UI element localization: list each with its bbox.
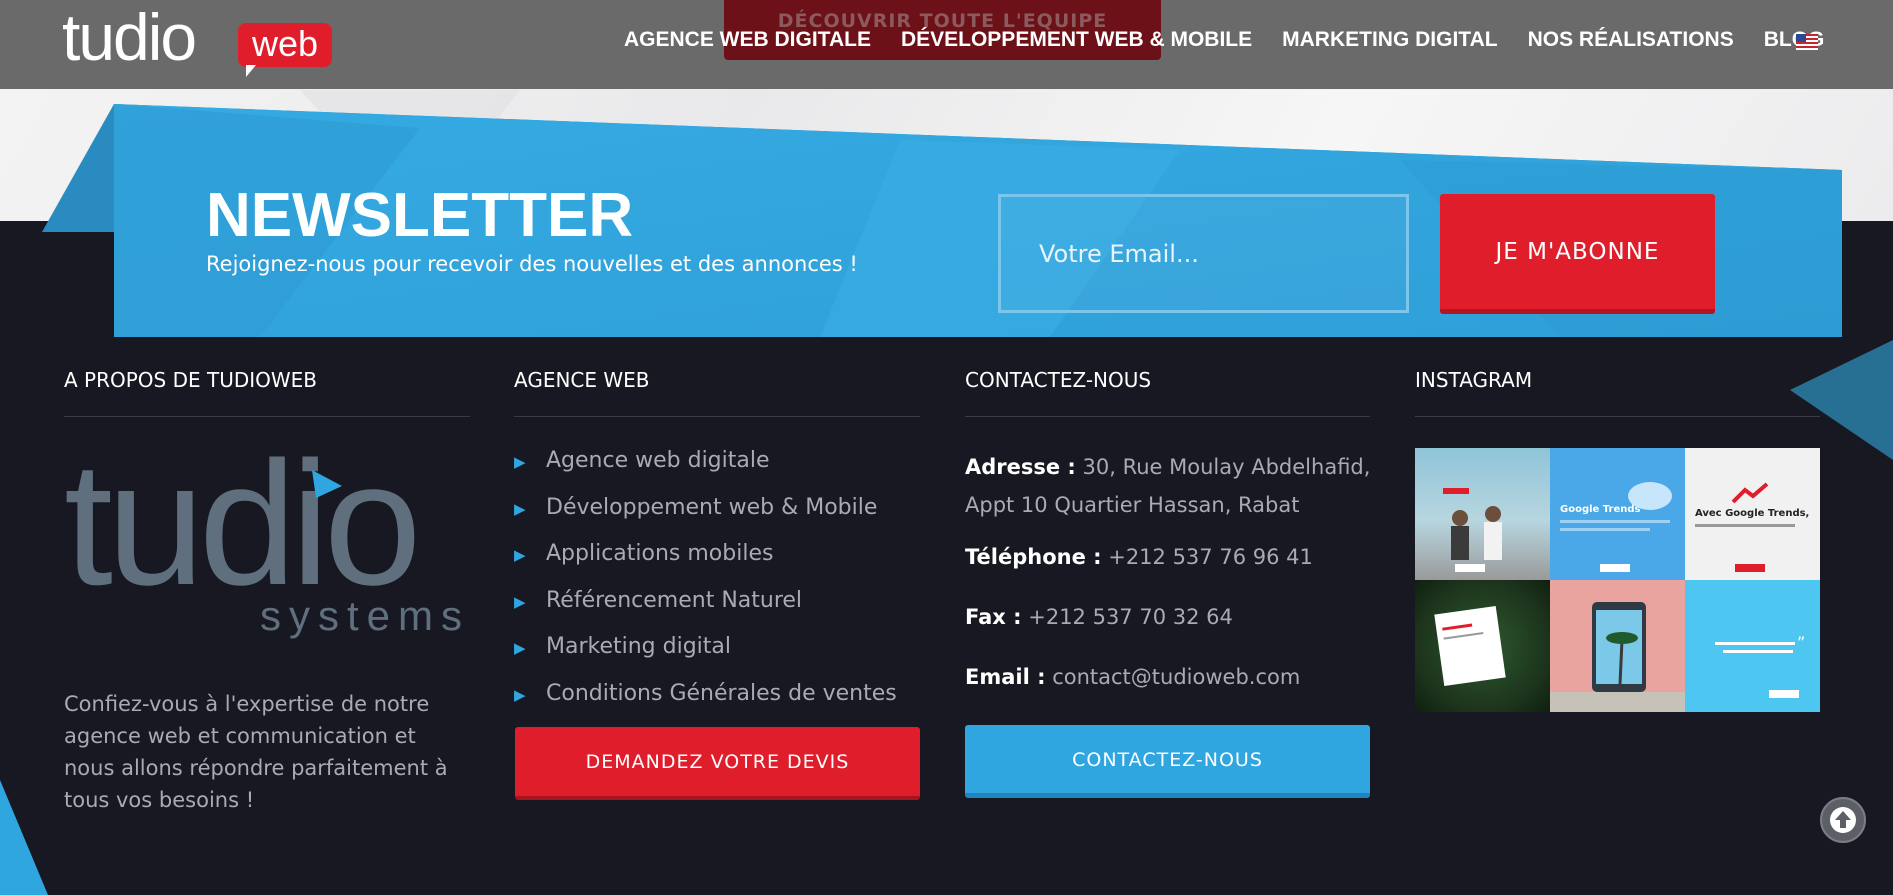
about-text: Confiez-vous à l'expertise de notre agen… xyxy=(64,692,448,812)
notepad-photo xyxy=(1434,606,1506,686)
instagram-post[interactable] xyxy=(1550,580,1685,712)
us-flag-icon[interactable] xyxy=(1796,34,1818,50)
agency-title: AGENCE WEB xyxy=(514,368,650,392)
instagram-grid: Google Trends Avec Google Trends, ” xyxy=(1415,448,1820,712)
footer-about-column: A PROPOS DE TUDIOWEB xyxy=(64,368,470,417)
play-arrow-icon: ▶ xyxy=(514,592,526,611)
contact-title: CONTACTEZ-NOUS xyxy=(965,368,1152,392)
palm-phone-photo xyxy=(1550,602,1685,712)
play-arrow-icon: ▶ xyxy=(514,546,526,564)
about-title: A PROPOS DE TUDIOWEB xyxy=(64,368,318,392)
newsletter-title: NEWSLETTER xyxy=(206,181,634,250)
list-item[interactable]: ▶ Développement web & Mobile xyxy=(514,495,897,542)
logo-wordmark: tudio xyxy=(62,0,197,74)
footer-contact-column: CONTACTEZ-NOUS xyxy=(965,368,1370,417)
contact-divider xyxy=(965,416,1370,417)
instagram-title: INSTAGRAM xyxy=(1415,368,1533,392)
about-logo-sub: systems xyxy=(260,592,464,639)
newsletter-email-input[interactable] xyxy=(998,194,1409,313)
list-item[interactable]: ▶ Agence web digitale xyxy=(514,448,897,495)
trend-arrow-graphic xyxy=(1695,482,1795,572)
arrow-up-icon xyxy=(1830,807,1856,833)
footer-instagram-column: INSTAGRAM xyxy=(1415,368,1820,417)
list-item[interactable]: ▶ Référencement Naturel xyxy=(514,588,897,635)
logo-badge: web xyxy=(238,23,332,77)
musicians-photo xyxy=(1443,488,1502,572)
agency-divider xyxy=(514,416,920,417)
contact-us-button[interactable]: CONTACTEZ-NOUS xyxy=(965,725,1370,798)
nav-agence-web-digitale[interactable]: AGENCE WEB DIGITALE xyxy=(624,28,871,52)
quote-graphic: ” xyxy=(1715,633,1805,698)
svg-text:”: ” xyxy=(1797,633,1805,652)
list-item[interactable]: ▶ Marketing digital xyxy=(514,634,897,681)
play-arrow-icon: ▶ xyxy=(514,453,526,471)
contact-details: Adresse : 30, Rue Moulay Abdelhafid, App… xyxy=(965,448,1375,718)
site-header: DÉCOUVRIR TOUTE L'EQUIPE tudio web AGENC… xyxy=(0,0,1893,89)
instagram-post[interactable]: Avec Google Trends, xyxy=(1685,448,1820,580)
nav-nos-realisations[interactable]: NOS RÉALISATIONS xyxy=(1528,28,1734,52)
about-divider xyxy=(64,416,470,417)
tudio-systems-logo: tudio systems xyxy=(64,452,464,639)
play-arrow-icon: ▶ xyxy=(514,685,526,704)
site-logo[interactable]: tudio web xyxy=(62,0,332,77)
cloud-graphic xyxy=(1560,482,1672,572)
contact-address: Adresse : 30, Rue Moulay Abdelhafid, App… xyxy=(965,455,1371,517)
scroll-to-top-button[interactable] xyxy=(1820,797,1866,843)
main-nav: AGENCE WEB DIGITALE DÉVELOPPEMENT WEB & … xyxy=(624,28,1854,52)
contact-fax: Fax : +212 537 70 32 64 xyxy=(965,605,1233,629)
list-item[interactable]: ▶ Applications mobiles xyxy=(514,541,897,588)
services-list: ▶ Agence web digitale ▶ Développement web … xyxy=(514,448,897,727)
instagram-post[interactable] xyxy=(1415,580,1550,712)
instagram-divider xyxy=(1415,416,1820,417)
instagram-post[interactable]: Google Trends xyxy=(1550,448,1685,580)
newsletter-subtitle: Rejoignez-nous pour recevoir des nouvell… xyxy=(206,252,858,276)
contact-phone: Téléphone : +212 537 76 96 41 xyxy=(965,545,1313,569)
contact-email: Email : contact@tudioweb.com xyxy=(965,665,1301,689)
list-item[interactable]: ▶ Conditions Générales de ventes xyxy=(514,681,897,728)
instagram-post[interactable] xyxy=(1415,448,1550,580)
instagram-post[interactable]: ” xyxy=(1685,580,1820,712)
play-arrow-icon: ▶ xyxy=(514,499,526,518)
nav-marketing-digital[interactable]: MARKETING DIGITAL xyxy=(1282,28,1497,52)
footer-agency-column: AGENCE WEB xyxy=(514,368,920,417)
subscribe-button[interactable]: JE M'ABONNE xyxy=(1440,194,1715,314)
request-quote-button[interactable]: DEMANDEZ VOTRE DEVIS xyxy=(515,727,920,800)
play-arrow-icon: ▶ xyxy=(514,639,526,657)
nav-developpement-web-mobile[interactable]: DÉVELOPPEMENT WEB & MOBILE xyxy=(901,28,1252,52)
